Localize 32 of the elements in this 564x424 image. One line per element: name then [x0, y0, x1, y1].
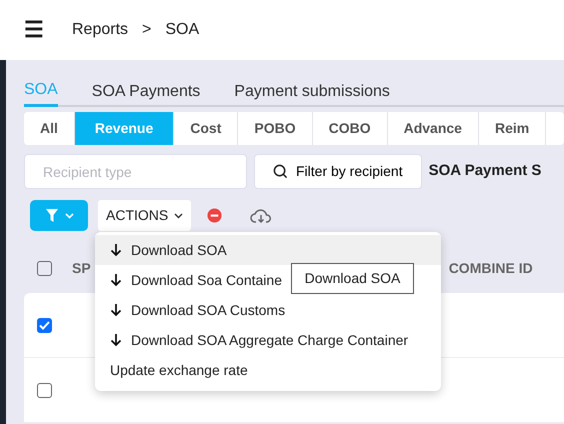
- arrow-down-icon: [110, 333, 122, 347]
- actions-button[interactable]: ACTIONS: [98, 200, 192, 231]
- arrow-down-icon: [110, 273, 122, 287]
- breadcrumb-item: SOA: [165, 20, 200, 40]
- tab[interactable]: Payment submissions: [234, 76, 390, 107]
- cloud-download-icon[interactable]: [250, 208, 272, 224]
- arrow-down-icon: [110, 243, 122, 257]
- recipient-type-field[interactable]: Recipient type: [24, 154, 247, 189]
- checkbox[interactable]: [37, 260, 52, 276]
- tooltip: Download SOA: [291, 263, 414, 294]
- caret-icon: [64, 212, 74, 218]
- caret-icon: [174, 212, 184, 218]
- breadcrumb-separator: >: [142, 20, 152, 40]
- checkbox[interactable]: [37, 318, 52, 332]
- search-icon: [273, 164, 288, 179]
- arrow-down-icon: [110, 303, 122, 317]
- remove-icon[interactable]: [207, 208, 222, 223]
- menu-item[interactable]: Download SOA Customs: [131, 300, 286, 320]
- breadcrumb-item[interactable]: Reports: [72, 18, 128, 42]
- segment-button[interactable]: All: [24, 112, 75, 145]
- menu-item[interactable]: Update exchange rate: [110, 360, 248, 380]
- section-title: SOA Payment S: [428, 161, 542, 182]
- checkbox[interactable]: [37, 382, 52, 398]
- tab[interactable]: SOA Payments: [92, 76, 200, 107]
- menu-item[interactable]: Download SOA: [95, 235, 441, 265]
- filter-by-recipient-button[interactable]: Filter by recipient: [254, 154, 422, 189]
- column-header: COMBINE ID: [448, 258, 533, 278]
- menu-item[interactable]: Download SOA Aggregate Charge Container: [131, 330, 408, 350]
- funnel-icon: [44, 208, 58, 223]
- column-header: SP: [72, 258, 91, 278]
- menu-item[interactable]: Download Soa Containe: [131, 270, 282, 290]
- menu-icon[interactable]: ☰: [24, 19, 44, 41]
